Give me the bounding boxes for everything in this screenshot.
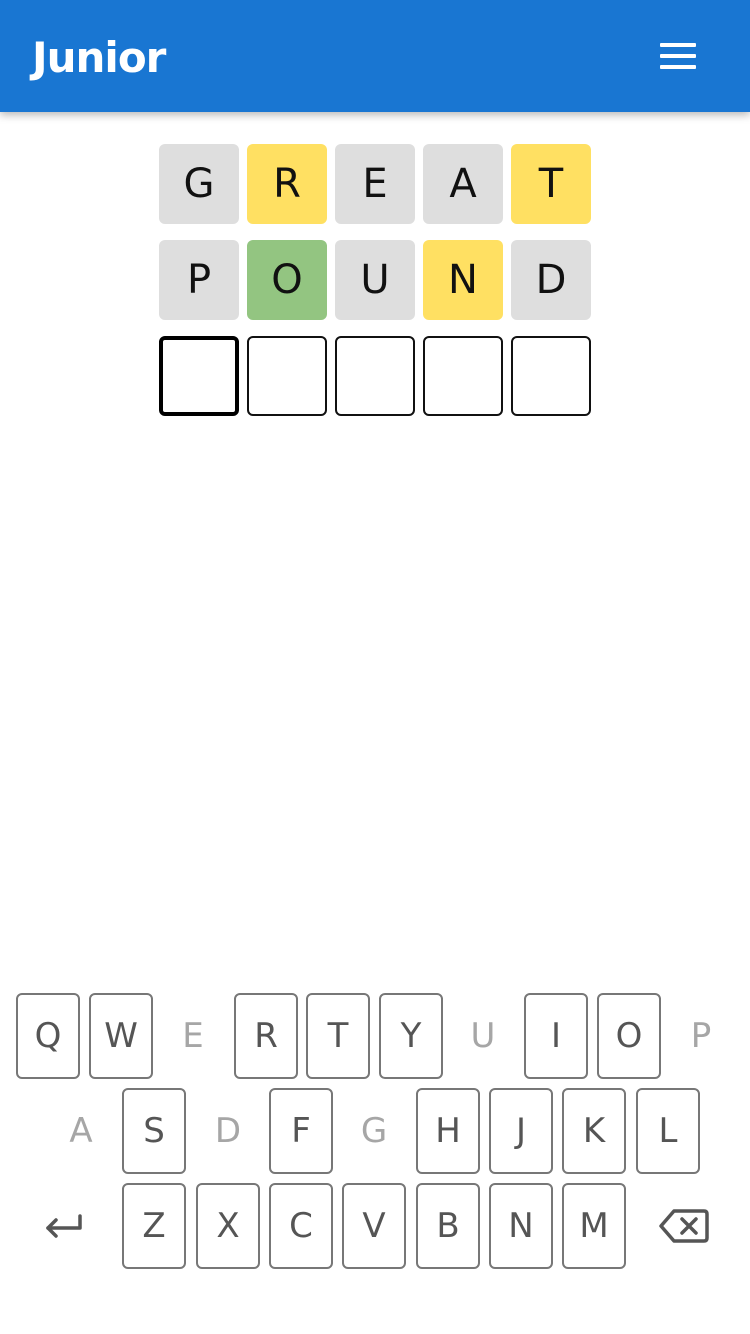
enter-arrow-glyph [46,1214,82,1238]
key-y[interactable]: Y [379,993,443,1079]
tile: R [247,144,327,224]
tile: T [511,144,591,224]
tile: P [159,240,239,320]
key-z[interactable]: Z [122,1183,186,1269]
key-x[interactable]: X [196,1183,260,1269]
board-row-3 [159,336,591,416]
tile-input-active[interactable] [159,336,239,416]
key-d[interactable]: D [196,1088,260,1174]
tile-input[interactable] [423,336,503,416]
key-g[interactable]: G [342,1088,406,1174]
key-v[interactable]: V [342,1183,406,1269]
key-i[interactable]: I [524,993,588,1079]
key-q[interactable]: Q [16,993,80,1079]
tile: A [423,144,503,224]
keyboard-row-2: A S D F G H J K L [0,1088,750,1183]
backspace-glyph [659,1209,709,1243]
tile: G [159,144,239,224]
key-o[interactable]: O [597,993,661,1079]
tile: N [423,240,503,320]
enter-return-icon[interactable] [32,1183,96,1269]
junior-logo[interactable]: Junior [32,30,166,86]
tile: D [511,240,591,320]
key-n[interactable]: N [489,1183,553,1269]
backspace-icon[interactable] [652,1183,716,1269]
key-w[interactable]: W [89,993,153,1079]
board-row-2: P O U N D [159,240,591,320]
key-u[interactable]: U [451,993,515,1079]
tile: E [335,144,415,224]
app-header: Junior [0,0,750,112]
key-h[interactable]: H [416,1088,480,1174]
menu-bar-bottom [660,65,696,69]
key-t[interactable]: T [306,993,370,1079]
key-m[interactable]: M [562,1183,626,1269]
menu-bar-top [660,43,696,47]
keyboard-row-1: Q W E R T Y U I O P [0,993,750,1088]
app-root: Junior G R E A T P O U N D Q W E R T Y U… [0,0,750,1334]
game-board: G R E A T P O U N D [159,144,591,432]
key-p[interactable]: P [669,993,733,1079]
key-l[interactable]: L [636,1088,700,1174]
key-j[interactable]: J [489,1088,553,1174]
key-b[interactable]: B [416,1183,480,1269]
tile: O [247,240,327,320]
key-f[interactable]: F [269,1088,333,1174]
on-screen-keyboard: Q W E R T Y U I O P A S D F G H J K L Z … [0,993,750,1278]
tile-input[interactable] [247,336,327,416]
tile-input[interactable] [511,336,591,416]
tile: U [335,240,415,320]
key-a[interactable]: A [49,1088,113,1174]
key-e[interactable]: E [161,993,225,1079]
tile-input[interactable] [335,336,415,416]
key-s[interactable]: S [122,1088,186,1174]
menu-bar-middle [660,54,696,58]
key-r[interactable]: R [234,993,298,1079]
keyboard-row-3: Z X C V B N M [0,1183,750,1278]
key-c[interactable]: C [269,1183,333,1269]
board-row-1: G R E A T [159,144,591,224]
hamburger-menu-icon[interactable] [646,32,710,80]
key-k[interactable]: K [562,1088,626,1174]
